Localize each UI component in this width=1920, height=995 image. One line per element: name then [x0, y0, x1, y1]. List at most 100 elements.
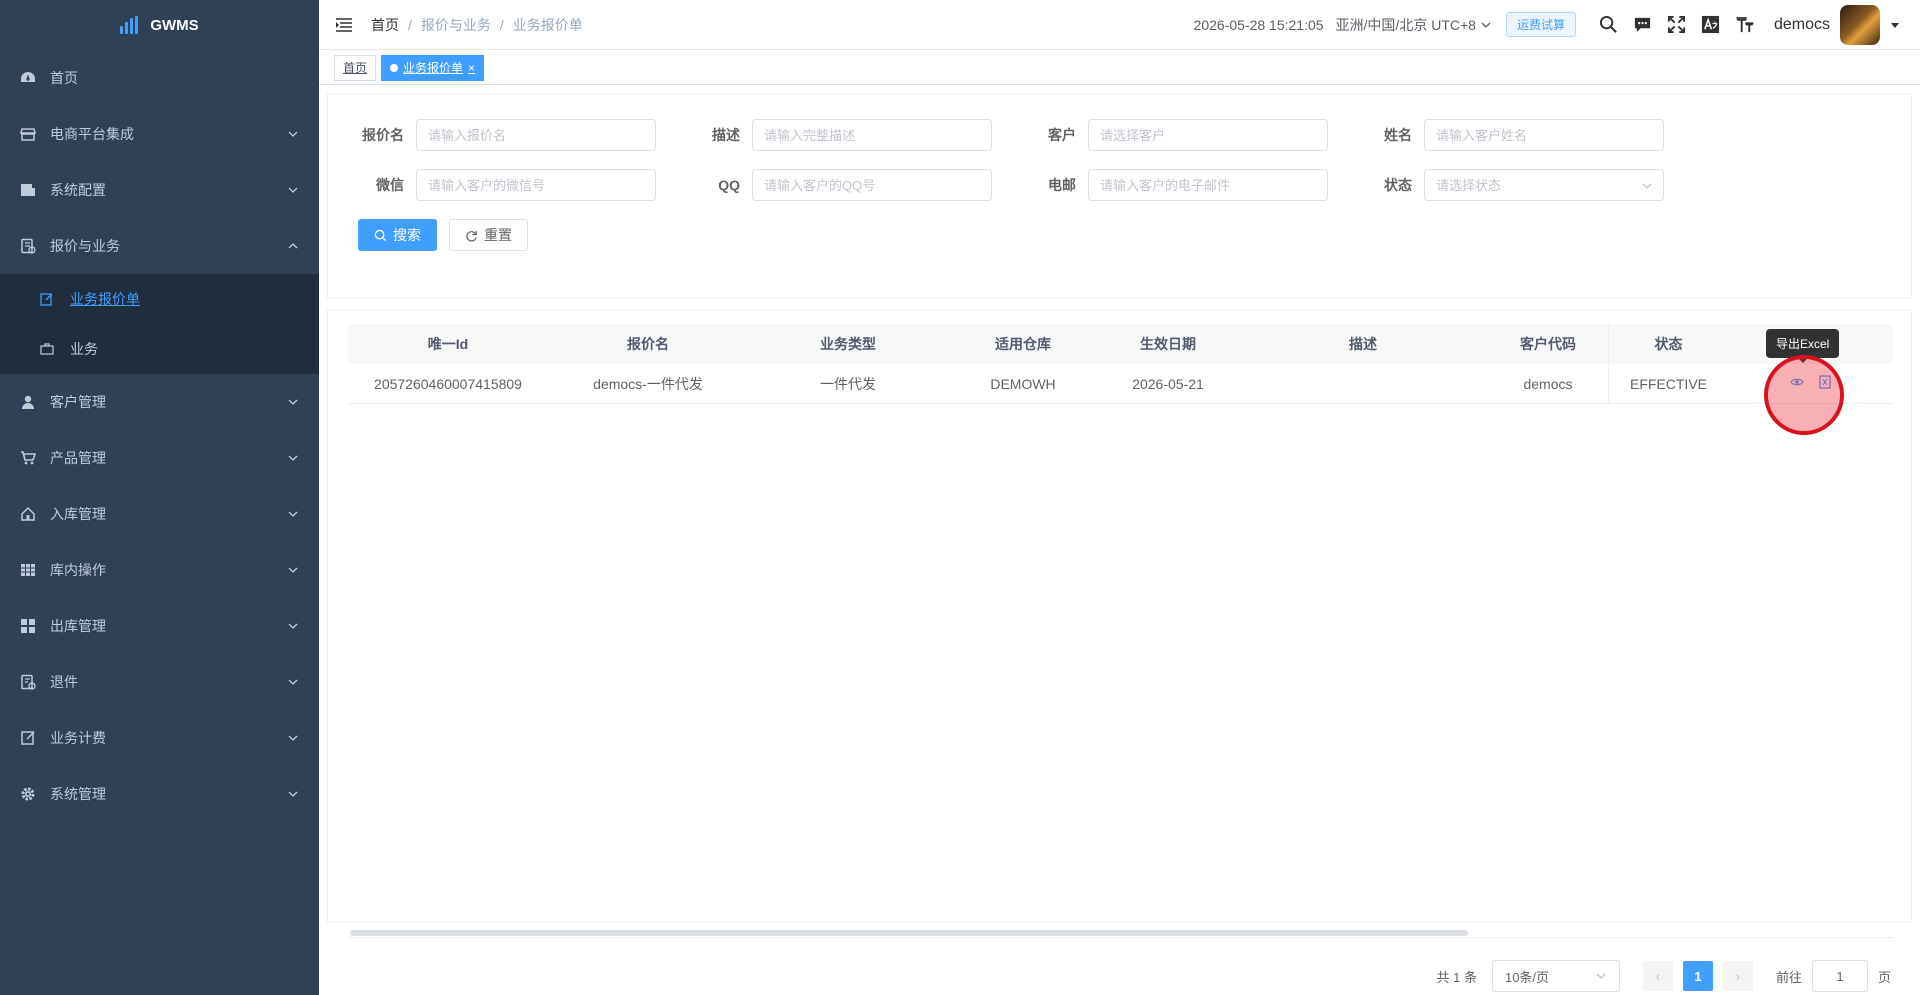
- sidebar-item-returns[interactable]: 退件: [0, 654, 319, 710]
- translate-icon[interactable]: [1701, 15, 1721, 35]
- reset-button[interactable]: 重置: [449, 219, 528, 251]
- export-excel-tooltip: 导出Excel: [1766, 329, 1840, 363]
- tag-home[interactable]: 首页: [334, 54, 377, 81]
- description-input[interactable]: [764, 127, 980, 143]
- avatar[interactable]: [1840, 4, 1880, 45]
- timezone-label: 亚洲/中国/北京 UTC+8: [1335, 16, 1476, 33]
- table-row[interactable]: 2057260460007415809 democs-一件代发 一件代发 DEM…: [348, 363, 1893, 404]
- main-content: 报价名 描述 客户 姓名: [319, 86, 1920, 995]
- column-header-business-type: 业务类型: [820, 336, 876, 352]
- timezone-select[interactable]: 亚洲/中国/北京 UTC+8: [1336, 15, 1492, 35]
- chevron-down-icon: [288, 791, 298, 797]
- qq-input[interactable]: [764, 177, 980, 193]
- sidebar-item-quote-business[interactable]: 报价与业务: [0, 218, 319, 274]
- breadcrumb: 首页 / 报价与业务 / 业务报价单: [371, 15, 583, 35]
- submenu-item-business-quote[interactable]: 业务报价单: [0, 274, 319, 324]
- sidebar-item-label: 系统管理: [50, 786, 106, 802]
- sidebar-item-label: 出库管理: [50, 618, 106, 634]
- chevron-down-icon: [288, 567, 298, 573]
- sidebar-item-label: 业务计费: [50, 730, 106, 746]
- cell-effective-date: 2026-05-21: [1132, 375, 1204, 392]
- page-size-select[interactable]: 10条/页: [1491, 960, 1620, 992]
- column-header-customer-code: 客户代码: [1520, 336, 1576, 352]
- wechat-input[interactable]: [428, 177, 644, 193]
- freight-calculator-button[interactable]: 运费试算: [1505, 12, 1576, 37]
- qq-input-wrapper: [752, 169, 992, 201]
- page-size-value: 10条/页: [1504, 969, 1550, 985]
- goto-page-input[interactable]: 1: [1811, 960, 1868, 992]
- page-number-1[interactable]: 1: [1682, 961, 1713, 991]
- name-input-wrapper: [1424, 119, 1664, 151]
- sidebar-item-warehouse-ops[interactable]: 库内操作: [0, 542, 319, 598]
- pagination-goto: 前往 1 页: [1776, 960, 1891, 992]
- form-item-wechat: 微信: [328, 169, 664, 201]
- tag-label: 业务报价单: [403, 60, 464, 75]
- status-select-wrapper: [1424, 169, 1664, 201]
- sidebar-item-label: 产品管理: [50, 450, 106, 466]
- apps-icon: [20, 618, 36, 634]
- sidebar-item-billing[interactable]: 业务计费: [0, 710, 319, 766]
- edit-icon: [40, 292, 54, 306]
- caret-down-icon[interactable]: [1890, 20, 1900, 30]
- column-header-warehouse: 适用仓库: [995, 336, 1051, 352]
- chevron-down-icon: [1642, 183, 1652, 189]
- quote-name-input[interactable]: [428, 127, 644, 143]
- page-suffix: 页: [1877, 969, 1891, 985]
- tag-label: 首页: [343, 60, 368, 75]
- store-icon: [20, 126, 36, 142]
- cell-quote-name: democs-一件代发: [593, 375, 703, 392]
- sidebar-item-inbound[interactable]: 入库管理: [0, 486, 319, 542]
- field-label: 姓名: [1384, 127, 1412, 143]
- status-select[interactable]: [1436, 177, 1652, 193]
- app-logo[interactable]: GWMS: [0, 0, 319, 50]
- prev-page-button[interactable]: ‹: [1642, 961, 1673, 991]
- breadcrumb-quote-business: 报价与业务: [420, 16, 491, 33]
- tag-business-quote[interactable]: 业务报价单 ×: [381, 54, 485, 81]
- email-input[interactable]: [1100, 177, 1316, 193]
- customer-select[interactable]: [1100, 127, 1316, 143]
- close-icon[interactable]: ×: [468, 56, 475, 80]
- sidebar-item-outbound[interactable]: 出库管理: [0, 598, 319, 654]
- reset-button-label: 重置: [484, 227, 512, 243]
- horizontal-scrollbar[interactable]: [350, 930, 1468, 936]
- field-label: 描述: [712, 127, 740, 143]
- submenu-item-business[interactable]: 业务: [0, 324, 319, 374]
- submenu-item-label: 业务: [70, 341, 98, 357]
- search-button[interactable]: 搜索: [358, 219, 437, 251]
- search-icon: [374, 229, 387, 241]
- cell-warehouse: DEMOWH: [990, 375, 1056, 392]
- wechat-input-wrapper: [416, 169, 656, 201]
- form-item-customer: 客户: [1000, 119, 1336, 151]
- form-item-qq: QQ: [664, 169, 1000, 201]
- form-item-email: 电邮: [1000, 169, 1336, 201]
- sidebar-item-product[interactable]: 产品管理: [0, 430, 319, 486]
- chevron-up-icon: [288, 243, 298, 249]
- sidebar-item-ecommerce[interactable]: 电商平台集成: [0, 106, 319, 162]
- chevron-down-icon: [288, 187, 298, 193]
- sidebar-item-label: 客户管理: [50, 394, 106, 410]
- customer-select-wrapper: [1088, 119, 1328, 151]
- sidebar-item-home[interactable]: 首页: [0, 50, 319, 106]
- next-page-button[interactable]: ›: [1722, 961, 1753, 991]
- sidebar-item-label: 退件: [50, 674, 78, 690]
- edit-icon: [20, 730, 36, 746]
- breadcrumb-separator: /: [499, 16, 504, 33]
- sidebar-item-system-config[interactable]: 系统配置: [0, 162, 319, 218]
- font-size-icon[interactable]: [1735, 15, 1755, 35]
- cart-icon: [20, 450, 36, 466]
- customer-name-input[interactable]: [1436, 127, 1652, 143]
- breadcrumb-business-quote: 业务报价单: [512, 16, 583, 33]
- username[interactable]: democs: [1774, 16, 1830, 34]
- hamburger-icon[interactable]: [335, 17, 353, 33]
- message-icon[interactable]: [1633, 15, 1653, 35]
- chevron-down-icon: [288, 679, 298, 685]
- field-label: 电邮: [1048, 177, 1076, 193]
- search-icon[interactable]: [1599, 15, 1619, 35]
- fullscreen-icon[interactable]: [1667, 15, 1687, 35]
- sidebar-item-system-management[interactable]: 系统管理: [0, 766, 319, 822]
- field-label: 微信: [376, 177, 404, 193]
- submenu-quote-business: 业务报价单 业务: [0, 274, 319, 374]
- chevron-down-icon: [1481, 22, 1491, 28]
- breadcrumb-home[interactable]: 首页: [371, 15, 399, 35]
- sidebar-item-customer[interactable]: 客户管理: [0, 374, 319, 430]
